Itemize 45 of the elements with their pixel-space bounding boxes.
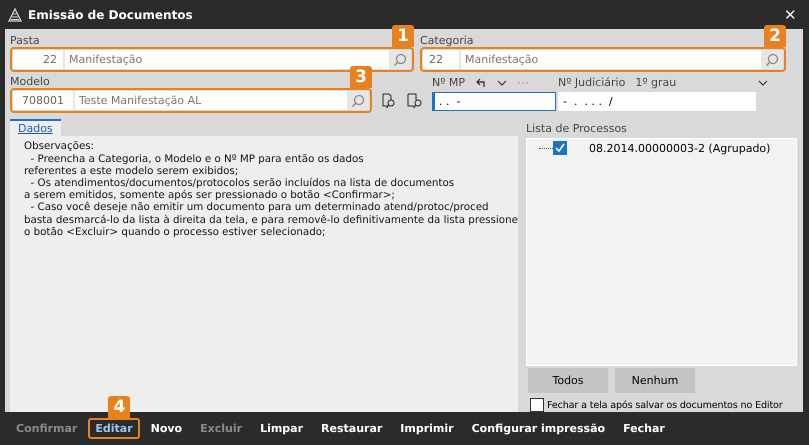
chevron-down-icon[interactable] [497, 80, 508, 86]
field-label: Categoria [420, 35, 475, 48]
judicial-number-field[interactable]: - . . . . / [558, 92, 756, 112]
field-label: Nº Judiciário [558, 77, 626, 90]
toolbar-button[interactable]: Fechar [616, 418, 672, 439]
list-label: Lista de Processos [526, 123, 628, 136]
close-button[interactable]: ✕ [780, 6, 801, 24]
search-icon[interactable] [406, 92, 424, 110]
field-label: Nº MP [432, 77, 466, 90]
search-icon [393, 52, 407, 67]
app-logo-icon [8, 8, 22, 22]
code-field[interactable]: 708001 [13, 91, 75, 110]
field-label: Modelo [10, 76, 51, 88]
window-title: Emissão de Documentos [28, 8, 194, 22]
code-field[interactable]: 22 [13, 50, 65, 70]
toolbar-button[interactable]: Limpar [253, 418, 310, 439]
select-button[interactable]: Nenhum [615, 368, 695, 394]
search-icon [765, 52, 779, 67]
name-field[interactable]: Teste Manifestação AL [75, 91, 347, 110]
search-icon [351, 94, 365, 108]
field-label: Pasta [10, 35, 41, 48]
toolbar-button[interactable]: Editar [88, 418, 140, 439]
callout-badge: 4 [108, 396, 130, 418]
callout-badge: 3 [350, 66, 372, 88]
checkbox[interactable] [553, 141, 567, 156]
toolbar-button[interactable]: Restaurar [314, 418, 390, 439]
toolbar-button[interactable]: Configurar impressão [464, 418, 612, 439]
search-button[interactable] [389, 50, 411, 70]
callout-badge: 2 [764, 25, 786, 48]
degree-selector[interactable]: 1º grau [635, 77, 676, 90]
select-button[interactable]: Todos [528, 368, 608, 394]
list-item[interactable]: 08.2014.00000003-2 (Agrupado) [589, 142, 770, 155]
tab[interactable]: Dados [10, 119, 61, 136]
name-field[interactable]: Manifestação [461, 50, 761, 70]
callout-badge: 1 [392, 25, 414, 48]
code-field[interactable]: 22 [423, 50, 461, 70]
checkbox[interactable] [530, 398, 544, 412]
mp-number-field[interactable]: . . - [432, 92, 556, 112]
search-button[interactable] [761, 50, 783, 70]
toolbar-button[interactable]: Imprimir [393, 418, 461, 439]
checkbox-label: Fechar a tela após salvar os documentos no Editor [547, 400, 783, 411]
toolbar-button[interactable]: Novo [144, 418, 190, 439]
undo-icon[interactable] [475, 78, 488, 88]
search-button[interactable] [347, 91, 369, 110]
chevron-down-icon[interactable] [758, 80, 768, 86]
